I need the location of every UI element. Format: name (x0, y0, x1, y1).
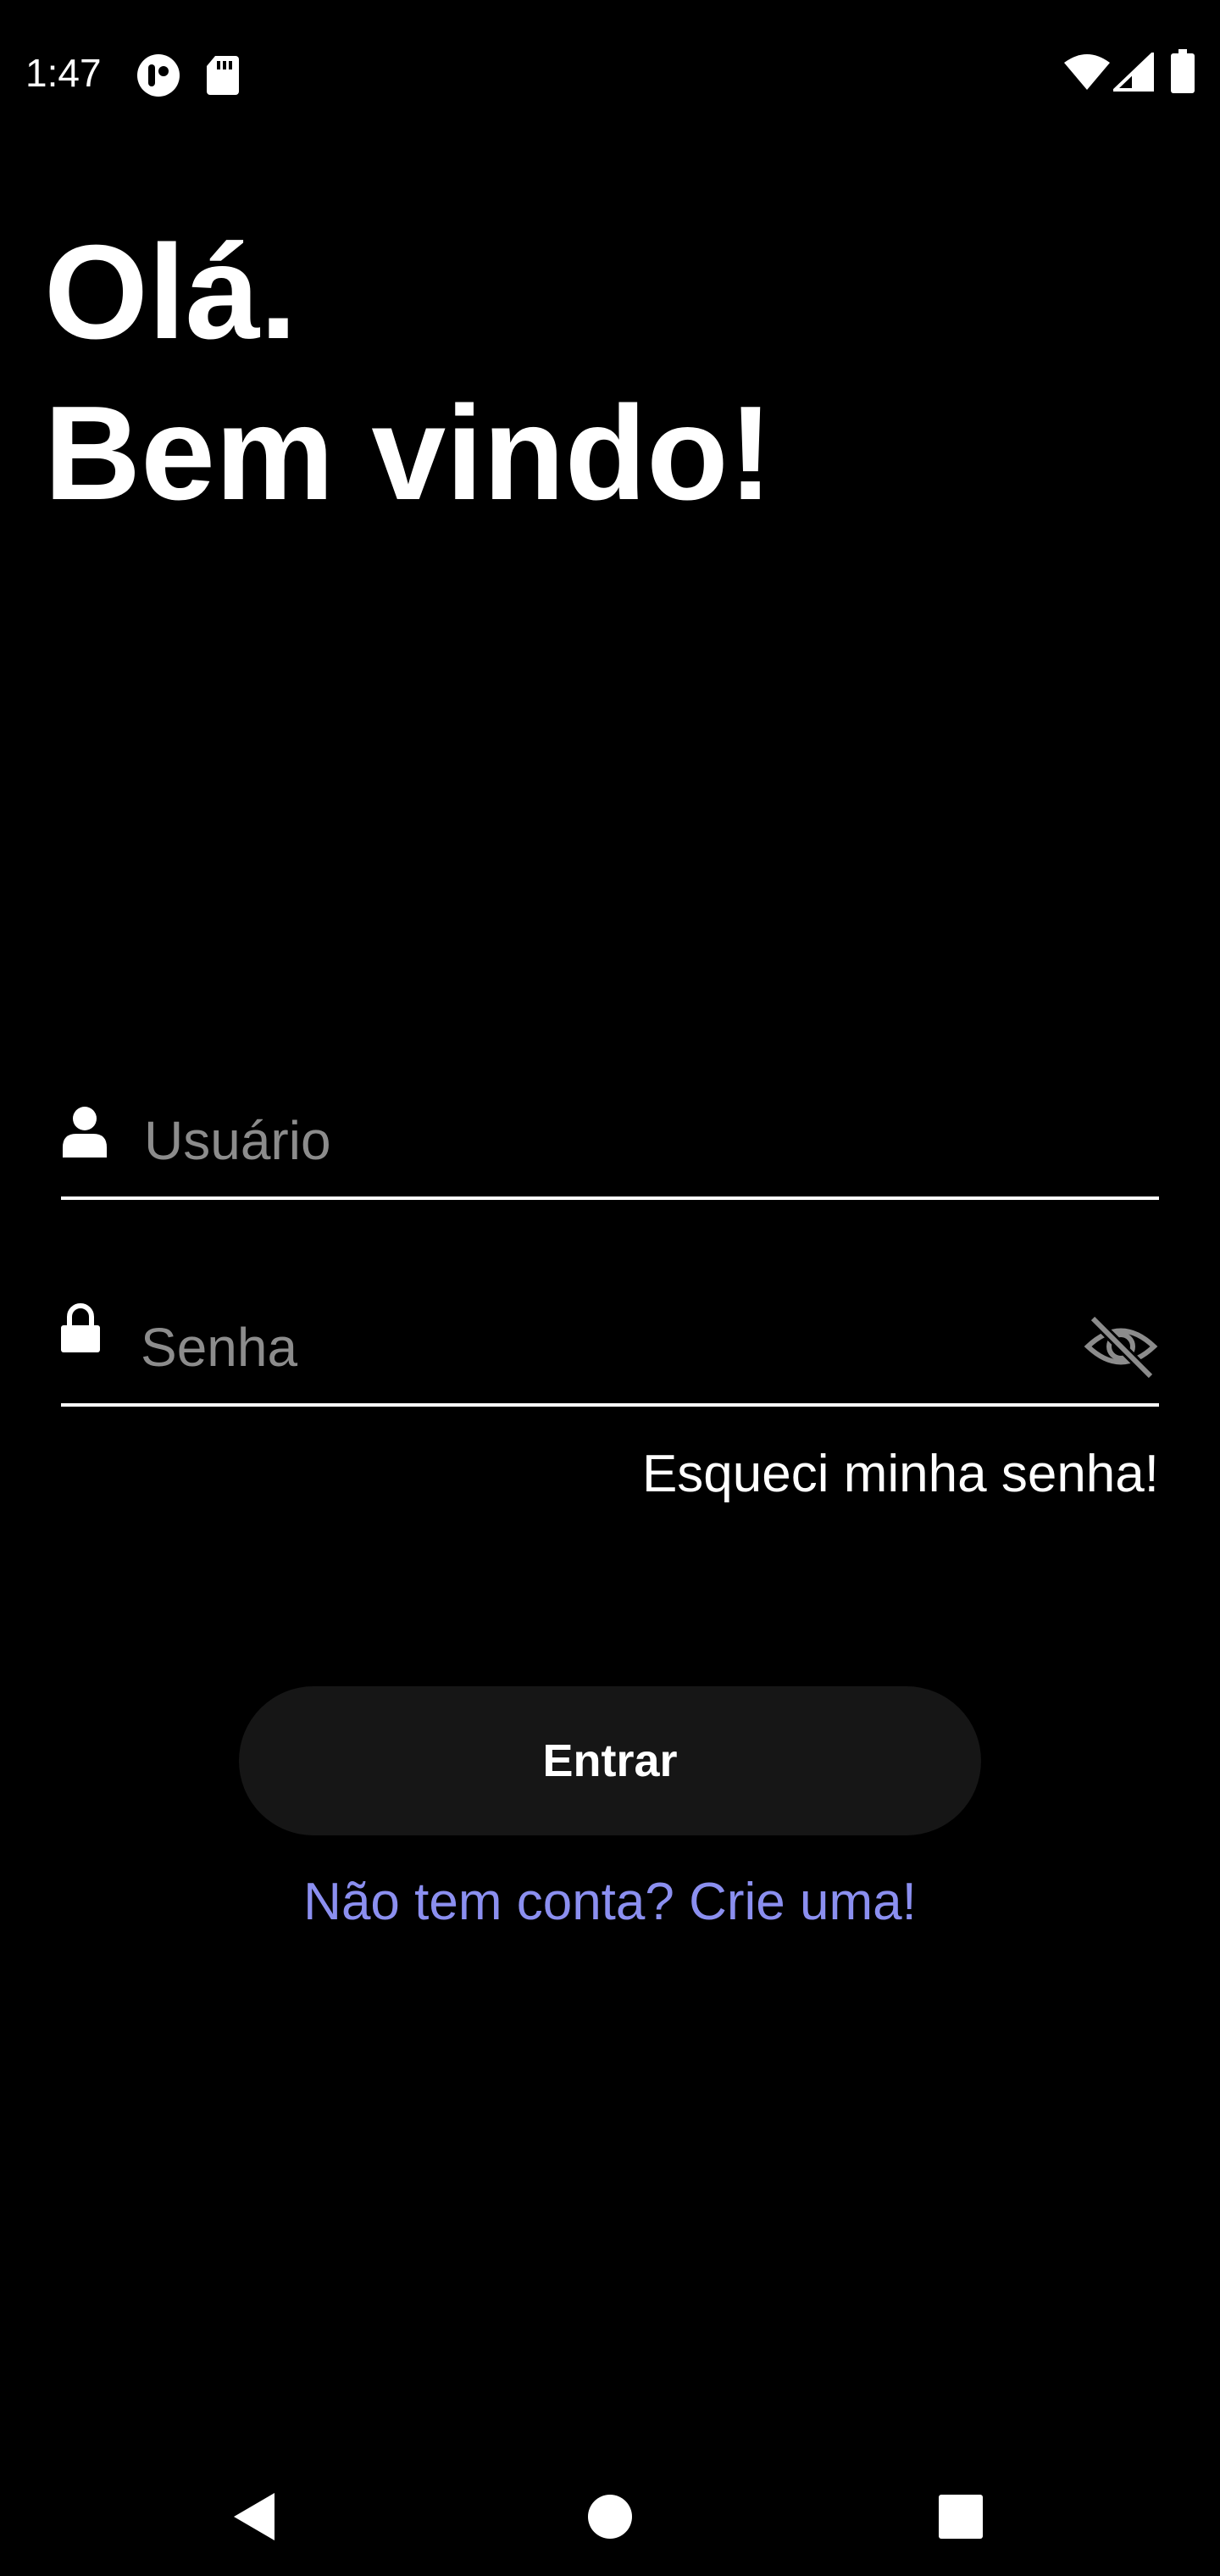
navigation-bar (0, 2457, 1220, 2576)
password-field (61, 1303, 1159, 1407)
greeting-line-2: Bem vindo! (44, 379, 774, 528)
username-field (61, 1098, 1159, 1200)
lock-icon (61, 1303, 100, 1352)
battery-icon (1171, 49, 1195, 93)
home-button[interactable] (551, 2457, 669, 2576)
user-icon (63, 1107, 107, 1158)
sd-card-icon (207, 56, 239, 95)
password-input[interactable] (141, 1312, 1039, 1383)
login-button[interactable]: Entrar (239, 1686, 981, 1835)
greeting-heading: Olá. Bem vindo! (44, 212, 773, 534)
cellular-signal-icon (1113, 53, 1154, 92)
back-icon (234, 2493, 274, 2540)
status-bar: 1:47 (0, 0, 1220, 144)
wifi-icon (1064, 54, 1110, 90)
home-icon (588, 2495, 632, 2539)
notification-app-icon (137, 54, 180, 97)
signup-link[interactable]: Não tem conta? Crie uma! (0, 1868, 1220, 1936)
eye-off-icon[interactable] (1083, 1308, 1159, 1385)
forgot-password-link[interactable]: Esqueci minha senha! (642, 1441, 1159, 1508)
greeting-line-1: Olá. (44, 218, 297, 367)
status-time: 1:47 (25, 51, 102, 95)
recents-icon (939, 2495, 983, 2539)
username-input[interactable] (144, 1105, 1042, 1176)
recents-button[interactable] (901, 2457, 1020, 2576)
back-button[interactable] (195, 2457, 313, 2576)
